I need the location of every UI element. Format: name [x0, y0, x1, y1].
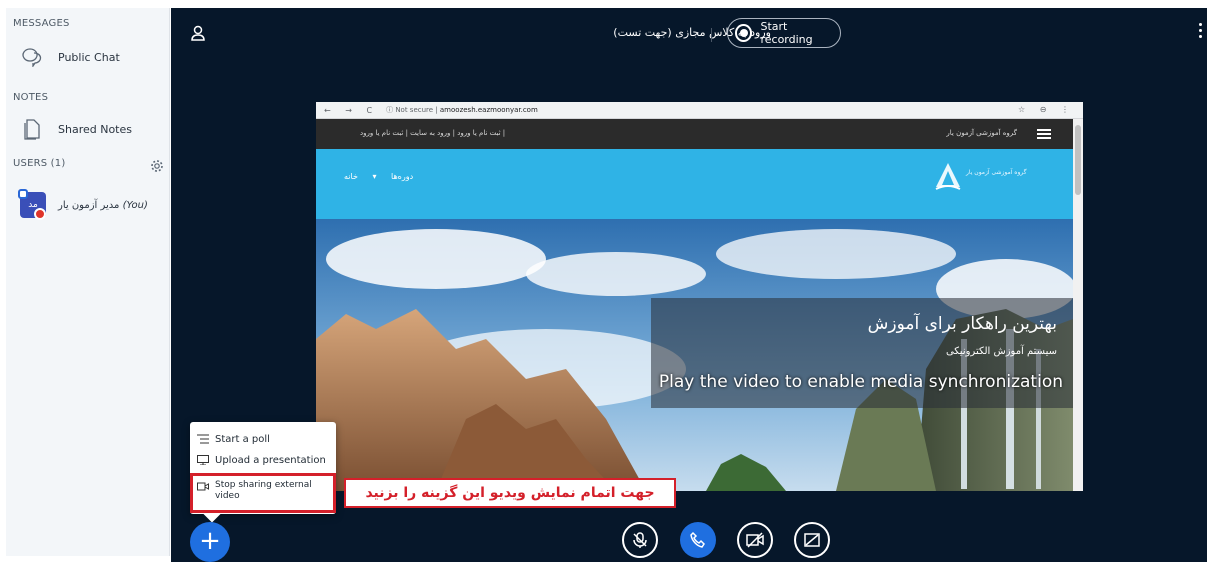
browser-bar: ← → C ⓘ Not secure | amoozesh.eazmoonyar…	[316, 102, 1083, 119]
start-poll-label: Start a poll	[215, 433, 270, 445]
moderator-icon	[18, 189, 28, 199]
hero-title: بهترین راهکار برای آموزش	[867, 314, 1057, 334]
chat-icon	[20, 45, 44, 69]
upload-presentation-menu-item[interactable]: Upload a presentation	[190, 451, 336, 469]
actions-menu: Start a poll Upload a presentation Stop …	[190, 422, 336, 514]
scrollbar[interactable]	[1073, 119, 1083, 491]
external-video[interactable]: ← → C ⓘ Not secure | amoozesh.eazmoonyar…	[316, 102, 1083, 491]
leave-audio-button[interactable]	[680, 522, 716, 558]
browser-url: ⓘ Not secure | amoozesh.eazmoonyar.com	[386, 106, 538, 114]
video-icon	[197, 482, 209, 491]
record-label: Start recording	[760, 20, 813, 46]
avatar: مد	[18, 189, 46, 220]
site-nav: دوره‌ها ▾ خانه گروه آموزشی آزمون یار	[316, 149, 1073, 219]
mute-microphone-button[interactable]	[622, 522, 658, 558]
stop-sharing-label: Stop sharing external video	[215, 480, 312, 501]
hero-image: بهترین راهکار برای آموزش سیستم آموزش الک…	[316, 219, 1073, 491]
user-name-text: مدیر آزمون یار	[58, 199, 120, 211]
browser-nav-icons: ← → C	[324, 105, 379, 115]
user-list-toggle-icon[interactable]	[189, 24, 207, 42]
site-logo-icon	[935, 163, 961, 190]
site-top-links: ثبت نام یا ورود | ورود به سایت | ثبت نام…	[360, 129, 506, 137]
you-suffix: (You)	[122, 199, 148, 211]
actions-button[interactable]: +	[190, 522, 230, 562]
mic-off-icon	[633, 532, 647, 548]
browser-actions-icons: ☆ ⊖ ⋮	[1018, 105, 1075, 114]
not-secure-label: Not secure	[395, 106, 434, 114]
messages-header: MESSAGES	[13, 18, 70, 29]
site-logo-text: گروه آموزشی آزمون یار	[966, 169, 1027, 176]
muted-icon	[34, 208, 46, 220]
start-poll-menu-item[interactable]: Start a poll	[190, 430, 336, 448]
url-text: amoozesh.eazmoonyar.com	[439, 106, 538, 114]
more-options-icon[interactable]	[1199, 23, 1203, 41]
shared-notes-label: Shared Notes	[58, 122, 132, 136]
divider	[711, 28, 712, 42]
media-sync-message: Play the video to enable media synchroni…	[658, 372, 1063, 392]
start-recording-button[interactable]: Start recording	[727, 18, 841, 48]
notes-header: NOTES	[13, 92, 49, 103]
stop-sharing-external-video-menu-item[interactable]: Stop sharing external video	[190, 473, 336, 513]
share-webcam-button[interactable]	[737, 522, 773, 558]
share-screen-button[interactable]	[794, 522, 830, 558]
instruction-annotation: جهت اتمام نمایش ویدیو این گزینه را بزنید	[344, 478, 676, 508]
sidebar-item-public-chat[interactable]: Public Chat	[16, 40, 164, 74]
sidebar: MESSAGES Public Chat NOTES Shared Notes …	[6, 8, 170, 556]
site-topbar: ثبت نام یا ورود | ورود به سایت | ثبت نام…	[316, 119, 1073, 149]
notes-icon	[20, 117, 44, 141]
user-name: مدیر آزمون یار (You)	[58, 200, 148, 211]
camera-off-icon	[746, 532, 764, 548]
screen-share-off-icon	[804, 533, 820, 547]
users-header: USERS (1)	[13, 158, 66, 169]
gear-icon[interactable]	[150, 158, 164, 172]
record-icon	[735, 24, 753, 42]
site-brand: گروه آموزشی آزمون یار	[946, 129, 1017, 137]
user-list-item[interactable]: مد مدیر آزمون یار (You)	[18, 185, 168, 225]
sidebar-item-shared-notes[interactable]: Shared Notes	[16, 112, 164, 146]
public-chat-label: Public Chat	[58, 50, 120, 64]
menu-icon	[1037, 129, 1051, 139]
upload-presentation-label: Upload a presentation	[215, 454, 326, 466]
phone-icon	[690, 531, 705, 548]
conference-app: MESSAGES Public Chat NOTES Shared Notes …	[0, 0, 1207, 562]
poll-icon	[197, 434, 209, 444]
site-menu: دوره‌ها ▾ خانه	[344, 172, 414, 181]
hero-subtitle: سیستم آموزش الکترونیکی	[945, 346, 1057, 357]
presentation-icon	[197, 455, 209, 465]
